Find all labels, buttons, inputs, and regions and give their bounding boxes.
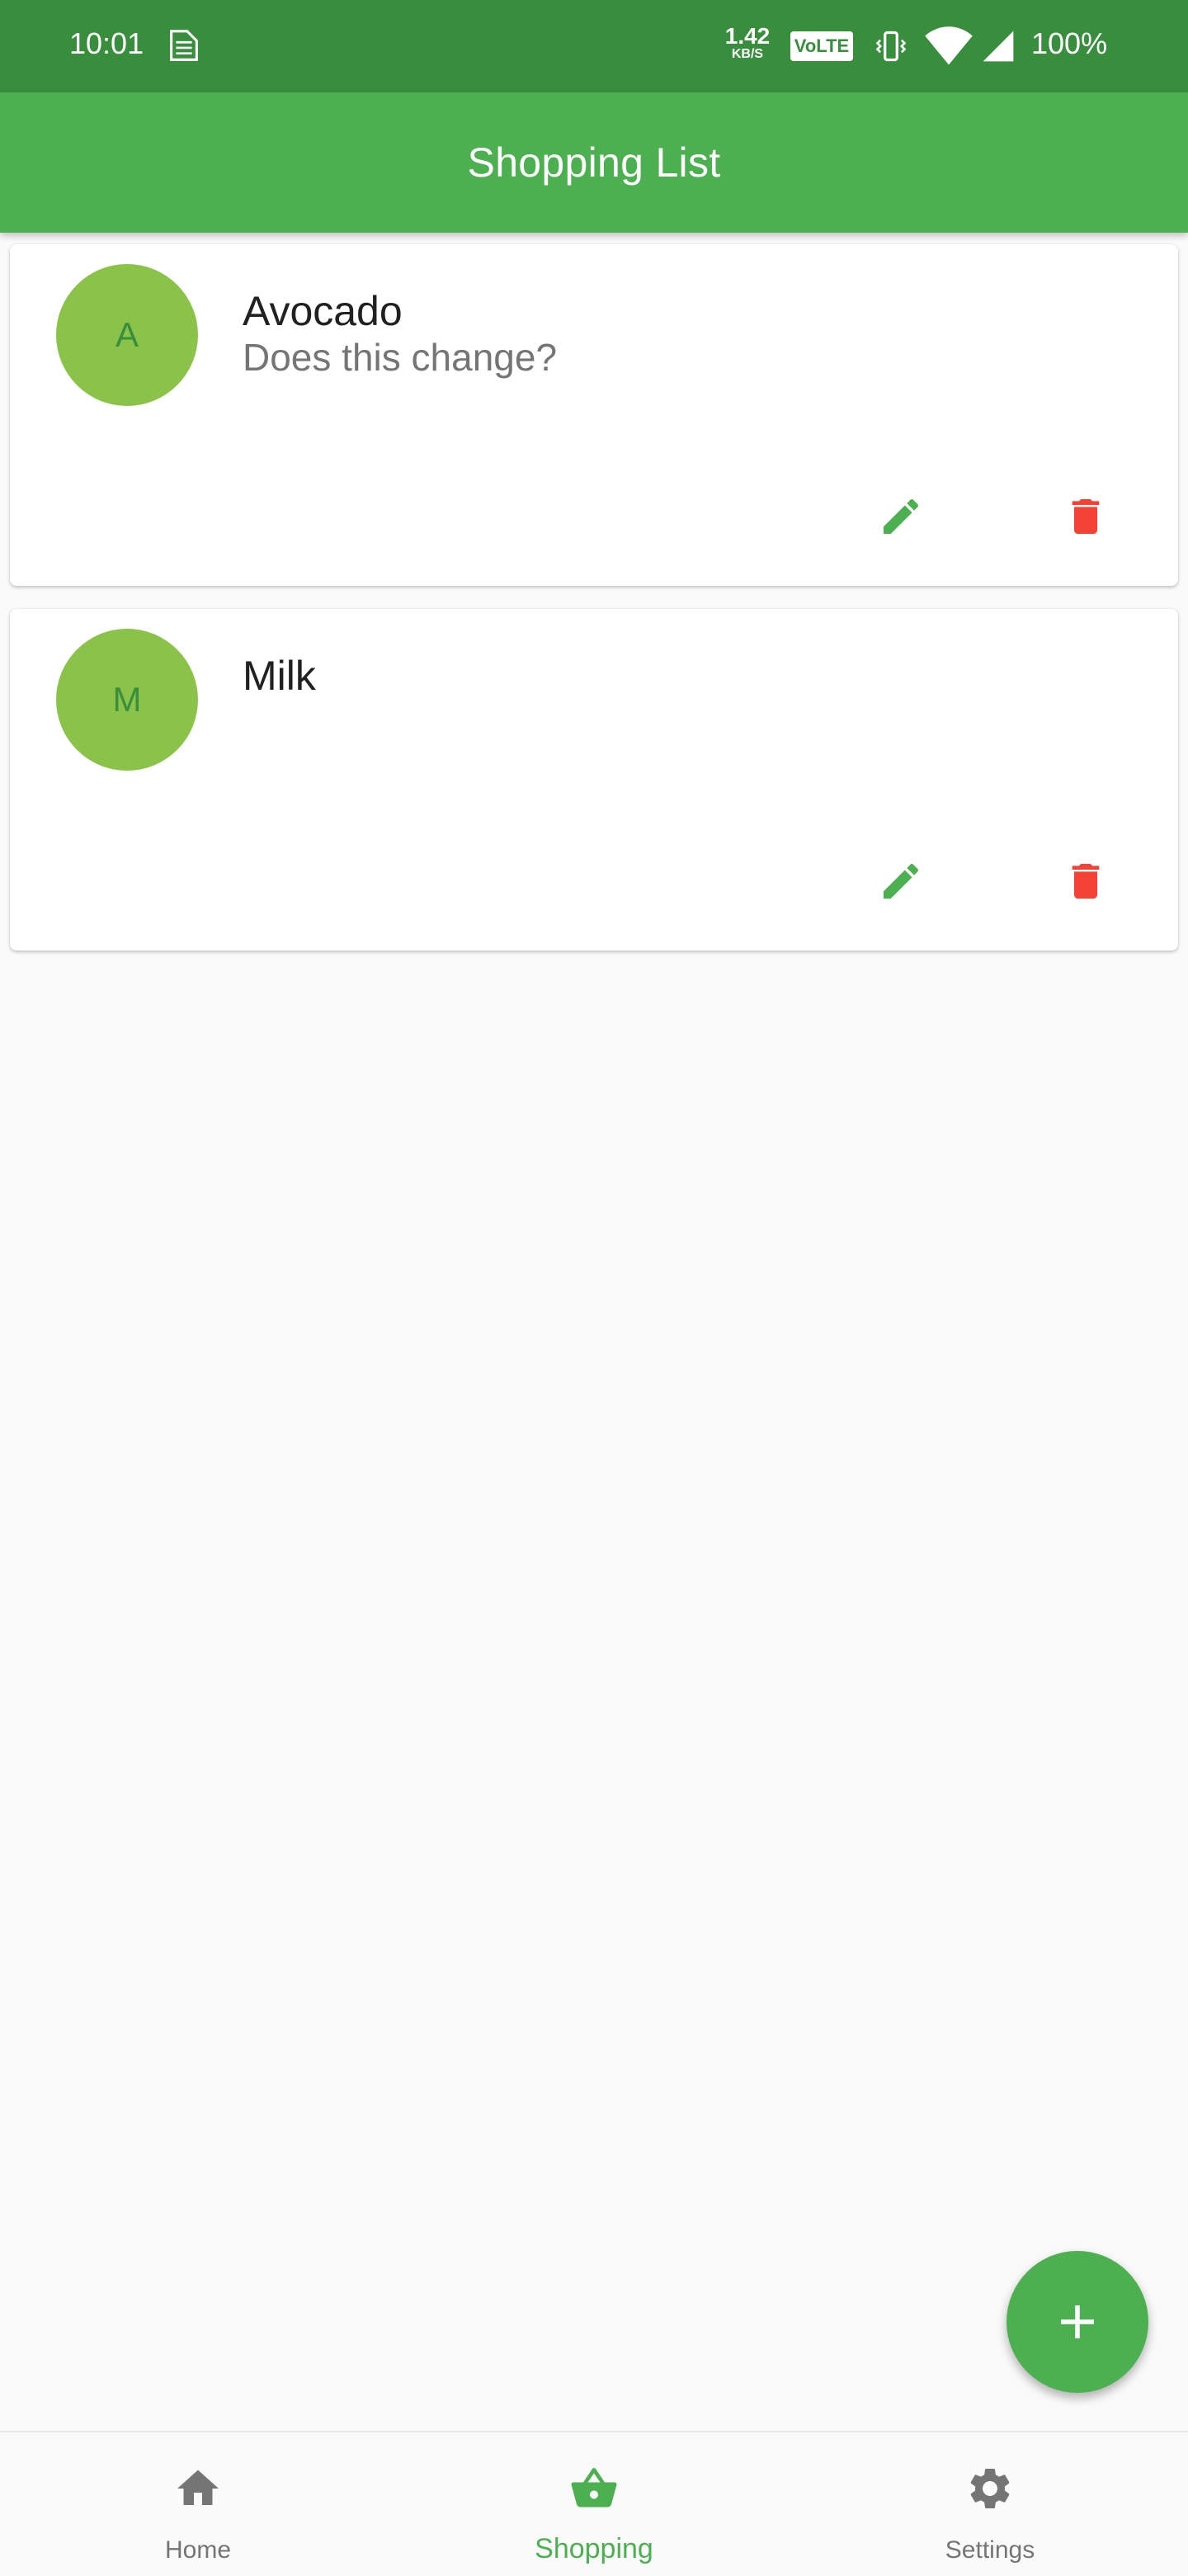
plus-icon [1061, 2305, 1094, 2338]
bottom-navigation: Home Shopping Settings [0, 2431, 1188, 2576]
vibrate-icon [873, 28, 909, 68]
edit-button[interactable] [860, 475, 942, 558]
nav-label: Home [164, 2536, 232, 2564]
nav-item-shopping[interactable]: Shopping [396, 2432, 792, 2576]
volte-badge: VoLTE [790, 31, 853, 61]
nav-label: Shopping [535, 2533, 653, 2564]
battery-level: 100% [1031, 26, 1108, 60]
sim-card-icon [165, 28, 203, 70]
basket-icon [571, 2467, 617, 2508]
nav-label: Settings [945, 2536, 1035, 2564]
avatar: A [56, 264, 198, 406]
edit-button[interactable] [860, 840, 942, 922]
list-item[interactable]: A Avocado Does this change? [10, 244, 1178, 586]
signal-icon [980, 28, 1016, 68]
add-item-button[interactable] [1006, 2251, 1148, 2393]
page-title: Shopping List [467, 139, 721, 186]
nav-item-settings[interactable]: Settings [792, 2432, 1188, 2576]
delete-button[interactable] [1044, 840, 1127, 922]
pencil-icon [884, 863, 919, 899]
status-time: 10:01 [69, 26, 144, 60]
delete-button[interactable] [1044, 475, 1127, 558]
gear-icon [970, 2469, 1010, 2508]
avatar: M [56, 629, 198, 771]
pencil-icon [884, 498, 919, 534]
item-description: Does this change? [243, 336, 558, 379]
app-bar: Shopping List [0, 92, 1188, 233]
network-speed: 1.42 KB/S [724, 23, 771, 61]
status-bar: 10:01 1.42 KB/S VoLTE 100% [0, 0, 1188, 92]
trash-icon [1072, 864, 1100, 899]
home-icon [177, 2470, 219, 2505]
trash-icon [1072, 499, 1100, 534]
item-name: Milk [243, 653, 316, 699]
wifi-icon [924, 25, 974, 72]
nav-item-home[interactable]: Home [0, 2432, 396, 2576]
list-item[interactable]: M Milk [10, 609, 1178, 951]
item-name: Avocado [243, 288, 403, 334]
